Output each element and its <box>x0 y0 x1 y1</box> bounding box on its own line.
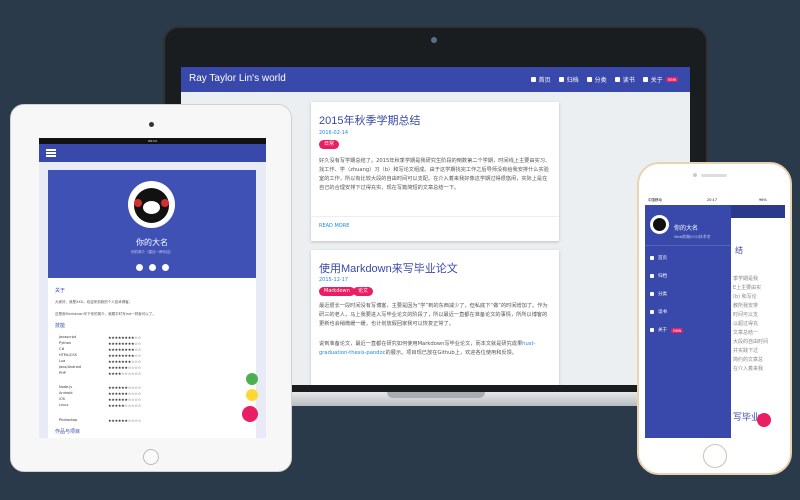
profile-name: 你的大名 <box>136 238 168 247</box>
laptop-camera <box>431 37 437 43</box>
skill-rating: ★★★★★★☆☆☆☆ <box>108 365 141 370</box>
skill-rating: ★★★★★★★★☆☆ <box>108 353 141 358</box>
about-heading: 关于 <box>55 288 66 294</box>
fab-button[interactable] <box>242 406 258 422</box>
book-icon <box>650 310 654 314</box>
post-date: 2016-02-14 <box>319 130 349 136</box>
skill-rating: ★★★★★★☆☆☆☆ <box>108 391 141 396</box>
skill-rating: ★★★★★★☆☆☆☆ <box>108 385 141 390</box>
drawer-item-about[interactable]: 关于 new <box>650 327 684 333</box>
new-badge: new <box>671 327 684 333</box>
carrier: 中国移动 <box>648 198 662 202</box>
home-icon <box>650 256 654 260</box>
profile-desc: Web前端/iOS/技术宅 <box>674 234 711 239</box>
archive-icon <box>558 77 564 82</box>
skill-rating: ★★★★★★☆☆☆☆ <box>108 418 141 423</box>
skill-rating: ★★★★★★★★☆☆ <box>108 347 141 352</box>
new-badge: new <box>665 77 678 82</box>
post-tag[interactable]: 日常 <box>319 140 340 149</box>
profile-subtitle: 你的简介（建议一两句话） <box>131 250 173 254</box>
bg-heading: 写毕业 <box>733 413 761 423</box>
skill-rating: ★★★★★☆☆☆☆☆ <box>108 403 141 408</box>
profile-name: 你的大名 <box>674 225 699 232</box>
user-icon <box>650 328 654 332</box>
avatar <box>650 215 669 234</box>
top-navbar: Ray Taylor Lin's world 首页 归档 分类 读书 关于 new <box>181 67 690 92</box>
bg-heading: 结 <box>735 246 743 255</box>
post-card: 使用Markdown来写毕业论文 2015-12-17 Markdown 论文 … <box>311 250 559 385</box>
laptop-notch <box>387 392 485 398</box>
app-bar <box>731 205 785 218</box>
post-excerpt: 最近很长一段时间没有写博客，主要是因为“学”到的东西减少了，但私底下“做”的时间… <box>319 303 548 327</box>
share-button[interactable] <box>246 373 258 385</box>
nav-item-category[interactable]: 分类 <box>586 75 607 84</box>
archive-icon <box>650 274 654 278</box>
drawer-item-archive[interactable]: 归档 <box>650 273 667 279</box>
mail-button[interactable] <box>246 389 258 401</box>
skill-rating: ★★★★★★★☆☆☆ <box>108 359 141 364</box>
about-text: 这是用Markdown写下你的简介，就跟平时写md一样就可以了。 <box>55 312 156 316</box>
read-more-link[interactable]: READ MORE <box>319 223 349 229</box>
post-date: 2015-12-17 <box>319 277 349 283</box>
rss-icon[interactable] <box>161 264 169 271</box>
home-icon <box>530 77 536 82</box>
divider <box>311 216 559 217</box>
post-excerpt: 说到准备论文，最近一直都在研究如何使用Markdown写毕业论文，而本文就是研究… <box>319 341 536 356</box>
app-bar <box>39 144 266 162</box>
skills-heading: 技能 <box>55 323 66 329</box>
phone-home-button[interactable] <box>703 444 727 468</box>
phone-speaker <box>701 174 727 177</box>
works-heading: 作品与项目 <box>55 429 81 435</box>
clock: 20:17 <box>707 198 718 202</box>
skill-rating: ★★★★★★★★☆☆ <box>108 341 141 346</box>
profile-header: 你的大名 你的简介（建议一两句话） <box>48 170 256 278</box>
skill-rating: ★★★★★★☆☆☆☆ <box>108 397 141 402</box>
phone-camera <box>693 173 697 177</box>
menu-icon[interactable] <box>46 149 56 157</box>
category-icon <box>586 77 592 82</box>
about-content: 关于 大家好，我是XXX。欢迎来到我的个人技术博客。 这是用Markdown写下… <box>48 278 258 438</box>
post-excerpt: 好久没有写学期总结了。2015年秋季学期是我研究生阶段的倒数第二个学期，时间线上… <box>319 158 551 191</box>
drawer-item-home[interactable]: 首页 <box>650 255 667 261</box>
tablet-home-button[interactable] <box>143 449 159 465</box>
avatar <box>128 181 175 228</box>
github-icon[interactable] <box>148 264 156 271</box>
tablet-screen: 09:14 你的大名 你的简介（建议一两句话） 关于 大家好，我是XXX。欢迎来… <box>39 138 266 438</box>
skill-rating: ★★★★★★★★☆☆ <box>108 335 141 340</box>
tablet-camera <box>149 122 154 127</box>
nav-drawer: 你的大名 Web前端/iOS/技术宅 首页 归档 分类 读书 关于 new <box>645 205 731 438</box>
post-tag[interactable]: Markdown <box>319 287 355 296</box>
post-title[interactable]: 使用Markdown来写毕业论文 <box>319 260 458 276</box>
social-links <box>48 264 256 271</box>
nav-item-about[interactable]: 关于 new <box>642 75 678 84</box>
divider <box>645 245 731 246</box>
site-title[interactable]: Ray Taylor Lin's world <box>189 73 286 84</box>
phone-screen: 中国移动 20:17 96% 结 季学期是我 E上主要由实 (b) 和写论 教所… <box>645 195 785 438</box>
status-bar: 中国移动 20:17 96% <box>645 195 785 205</box>
nav-item-books[interactable]: 读书 <box>614 75 635 84</box>
post-title[interactable]: 2015年秋季学期总结 <box>319 112 420 128</box>
about-text: 大家好，我是XXX。欢迎来到我的个人技术博客。 <box>55 300 133 304</box>
bear-icon <box>653 218 666 231</box>
book-icon <box>614 77 620 82</box>
post-card: 2015年秋季学期总结 2016-02-14 日常 好久没有写学期总结了。201… <box>311 102 559 241</box>
category-icon <box>650 292 654 296</box>
battery: 96% <box>759 198 767 202</box>
nav-item-archive[interactable]: 归档 <box>558 75 579 84</box>
post-tag[interactable]: 论文 <box>353 287 374 296</box>
drawer-item-books[interactable]: 读书 <box>650 309 667 315</box>
skill-rating: ★★★★☆☆☆☆☆☆ <box>108 371 141 376</box>
nav-item-home[interactable]: 首页 <box>530 75 551 84</box>
fab-button[interactable] <box>757 413 771 427</box>
drawer-item-category[interactable]: 分类 <box>650 291 667 297</box>
user-icon <box>642 77 648 82</box>
weibo-icon[interactable] <box>135 264 143 271</box>
